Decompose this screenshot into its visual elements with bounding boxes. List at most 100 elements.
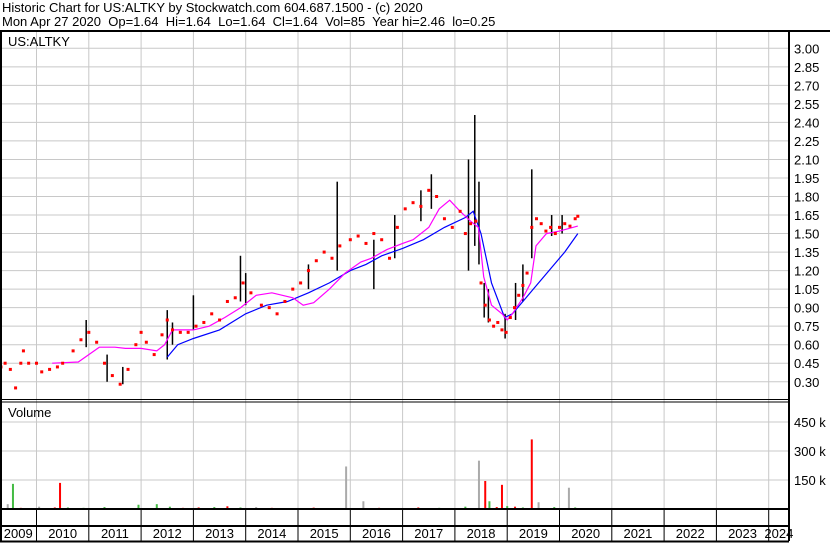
volume-bar — [11, 483, 14, 509]
close-point — [210, 312, 214, 316]
close-point — [186, 330, 190, 334]
close-point — [500, 328, 504, 332]
close-point — [492, 324, 496, 328]
close-point — [322, 250, 326, 254]
close-point — [521, 283, 525, 287]
volume-bars — [0, 439, 577, 509]
close-point — [513, 306, 517, 310]
close-point — [152, 353, 156, 357]
close-point — [549, 225, 553, 229]
close-point — [55, 365, 59, 369]
close-point — [458, 209, 462, 213]
close-point — [61, 361, 65, 365]
volume-bar — [537, 502, 540, 509]
price-tick-label: 1.05 — [794, 282, 819, 297]
year-label: 2019 — [519, 526, 548, 541]
year-label: 2016 — [362, 526, 391, 541]
close-point — [21, 349, 25, 353]
volume-label: Volume — [8, 405, 51, 420]
price-tick-label: 3.00 — [794, 41, 819, 56]
close-point — [435, 195, 439, 198]
close-point — [79, 338, 83, 342]
close-point — [71, 349, 75, 353]
close-point — [450, 225, 454, 229]
close-point — [291, 287, 295, 291]
close-point — [299, 281, 303, 285]
close-point — [427, 188, 431, 192]
close-point — [306, 269, 310, 273]
price-tick-label: 1.80 — [794, 190, 819, 205]
chart-canvas: 3.00 2.85 2.70 2.55 2.40 2.25 2.10 1.95 1.80 1.65… — [0, 30, 830, 543]
close-point — [233, 296, 237, 300]
close-point — [170, 328, 174, 332]
price-tick-label: 2.85 — [794, 60, 819, 75]
close-point — [525, 271, 529, 275]
year-label: 2013 — [205, 526, 234, 541]
close-point — [165, 318, 169, 322]
year-label: 2011 — [101, 526, 129, 541]
close-point — [95, 340, 99, 344]
close-point — [275, 312, 279, 316]
price-tick-label: 0.45 — [794, 356, 819, 371]
price-tick-label: 2.40 — [794, 115, 819, 130]
year-label: 2022 — [676, 526, 705, 541]
price-tick-label: 1.95 — [794, 171, 819, 186]
close-point — [118, 382, 122, 386]
volume-bar — [477, 460, 480, 509]
price-tick-label: 0.90 — [794, 301, 819, 316]
price-range-bars — [85, 114, 563, 385]
price-tick-label: 0.75 — [794, 319, 819, 334]
close-point — [144, 340, 148, 344]
short-moving-average-line — [52, 199, 578, 364]
stock-chart: Historic Chart for US:ALTKY by Stockwatc… — [0, 0, 830, 543]
close-point — [508, 316, 512, 320]
close-point — [504, 330, 508, 334]
close-point — [558, 225, 561, 229]
grid-lines — [2, 32, 789, 541]
price-tick-label: 2.25 — [794, 134, 819, 149]
close-point — [3, 361, 7, 365]
close-point — [249, 291, 253, 295]
close-point — [202, 320, 206, 324]
chart-frame — [0, 30, 830, 543]
year-label: 2023 — [728, 526, 757, 541]
year-label: 2015 — [310, 526, 339, 541]
close-point — [259, 303, 263, 307]
close-point — [314, 259, 318, 263]
close-point — [338, 244, 342, 248]
close-point — [539, 222, 543, 226]
year-label: 2024 — [764, 526, 793, 541]
price-tick-label: 2.70 — [794, 78, 819, 93]
price-tick-label: 1.35 — [794, 245, 819, 260]
close-point — [544, 229, 548, 233]
axis-labels: 3.00 2.85 2.70 2.55 2.40 2.25 2.10 1.95 1.80 1.65… — [4, 41, 827, 541]
volume-bar — [488, 501, 491, 509]
close-point — [19, 361, 23, 365]
year-label: 2009 — [4, 526, 33, 541]
close-point — [178, 330, 182, 334]
close-point — [573, 217, 577, 221]
close-point — [218, 318, 222, 322]
close-point — [534, 217, 538, 221]
year-label: 2020 — [571, 526, 600, 541]
close-point — [48, 367, 52, 371]
close-point — [474, 219, 478, 223]
price-tick-label: 1.65 — [794, 208, 819, 223]
volume-tick-label: 150 k — [794, 473, 826, 488]
close-point — [380, 238, 384, 242]
close-point — [568, 224, 572, 228]
close-point — [364, 241, 368, 245]
price-tick-label: 2.10 — [794, 152, 819, 167]
year-label: 2021 — [623, 526, 652, 541]
close-point — [463, 232, 467, 236]
close-point — [563, 222, 567, 226]
close-point — [194, 324, 198, 328]
symbol-label: US:ALTKY — [8, 34, 70, 49]
close-point — [110, 374, 114, 378]
close-point — [330, 256, 334, 260]
volume-bar — [362, 501, 365, 509]
close-point — [134, 343, 138, 347]
close-point — [517, 293, 521, 297]
close-point — [348, 238, 352, 242]
close-point — [576, 214, 580, 218]
